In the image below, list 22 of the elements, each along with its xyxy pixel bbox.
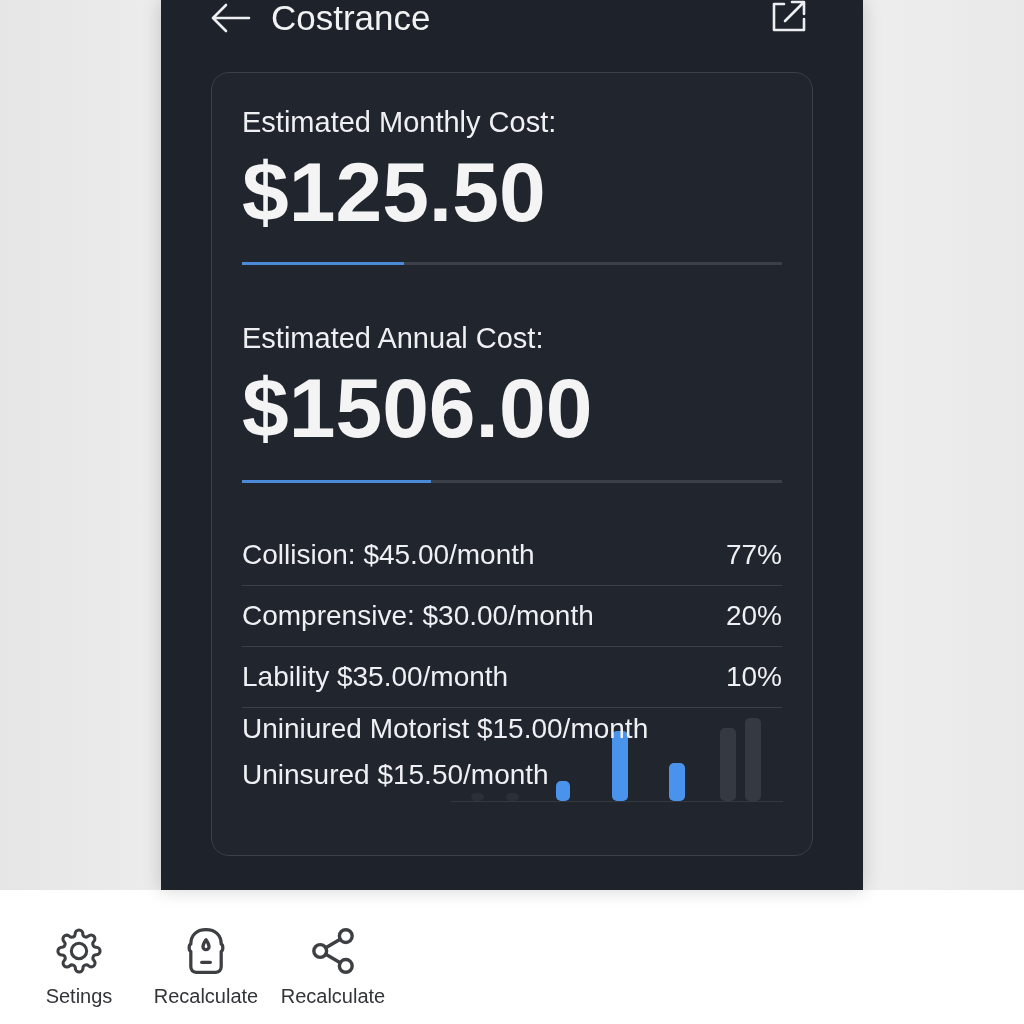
- chart-bar: [556, 781, 570, 801]
- screen-title: Costrance: [271, 0, 431, 36]
- coverage-label: Collision: $45.00/month: [242, 538, 535, 572]
- cost-label: Estimated Monthly Cost:: [242, 106, 558, 138]
- coverage-percent: 20%: [725, 599, 782, 633]
- coverage-label: Uniniured Motorist $15.00/month: [242, 714, 649, 744]
- settings-icon: [56, 928, 102, 974]
- coverage-percent: 77%: [725, 538, 782, 572]
- coverage-label: Uninsured $15.50/month: [242, 760, 549, 790]
- cost-label: Estimated Annual Cost:: [242, 322, 545, 354]
- recalculate-button[interactable]: Recalculate: [278, 928, 388, 1008]
- settings-button[interactable]: Setings: [24, 928, 134, 1008]
- chart-bar: [669, 763, 685, 801]
- cost-amount: $125.50: [242, 150, 547, 234]
- box-arrow-icon[interactable]: [772, 0, 806, 32]
- coverage-percent: 10%: [725, 660, 782, 694]
- cost-amount: $1506.00: [242, 366, 594, 450]
- share-icon: [311, 928, 355, 974]
- coverage-label: Comprensive: $30.00/month: [242, 599, 594, 633]
- coverage-label: Lability $35.00/month: [242, 660, 509, 694]
- recalculate-button[interactable]: Recalculate: [151, 928, 261, 1008]
- arrow-left-icon[interactable]: [211, 3, 251, 33]
